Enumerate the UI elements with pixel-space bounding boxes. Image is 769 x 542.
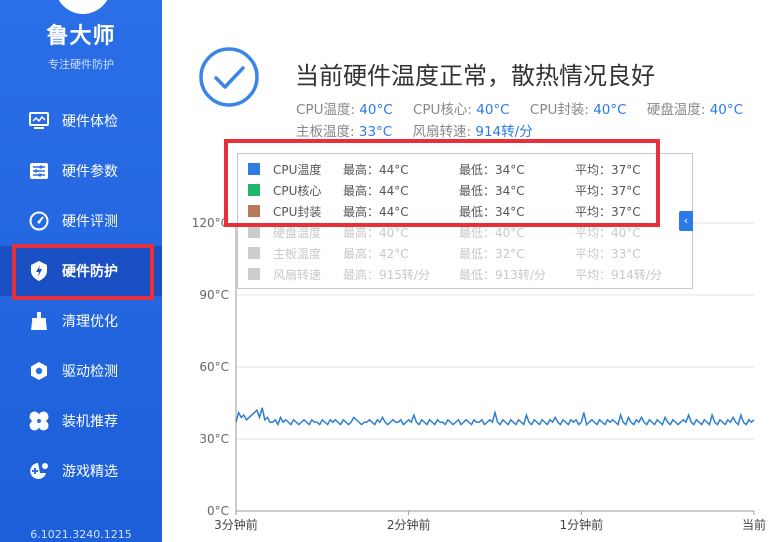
legend-swatch [248,268,260,280]
x-tick-label: 3分钟前 [214,517,258,532]
legend-swatch [248,226,260,238]
y-tick-label: 30°C [199,432,229,446]
x-tick-label: 当前 [742,517,766,532]
y-tick-label: 0°C [207,504,229,518]
legend-collapse-button[interactable]: ‹ [679,211,693,231]
x-tick-label: 2分钟前 [387,517,431,532]
y-tick-label: 60°C [199,360,229,374]
legend-row-board-temp[interactable]: 主板温度 最高：42°C 最低：32°C 平均：33°C [238,243,694,264]
legend-swatch [248,247,260,259]
legend-row-fan-speed[interactable]: 风扇转速 最高：915转/分 最低：913转/分 平均：914转/分 [238,264,694,285]
highlight-annotation-box [224,139,660,227]
y-tick-label: 90°C [199,288,229,302]
x-tick-label: 1分钟前 [560,517,604,532]
series-line [235,407,755,427]
